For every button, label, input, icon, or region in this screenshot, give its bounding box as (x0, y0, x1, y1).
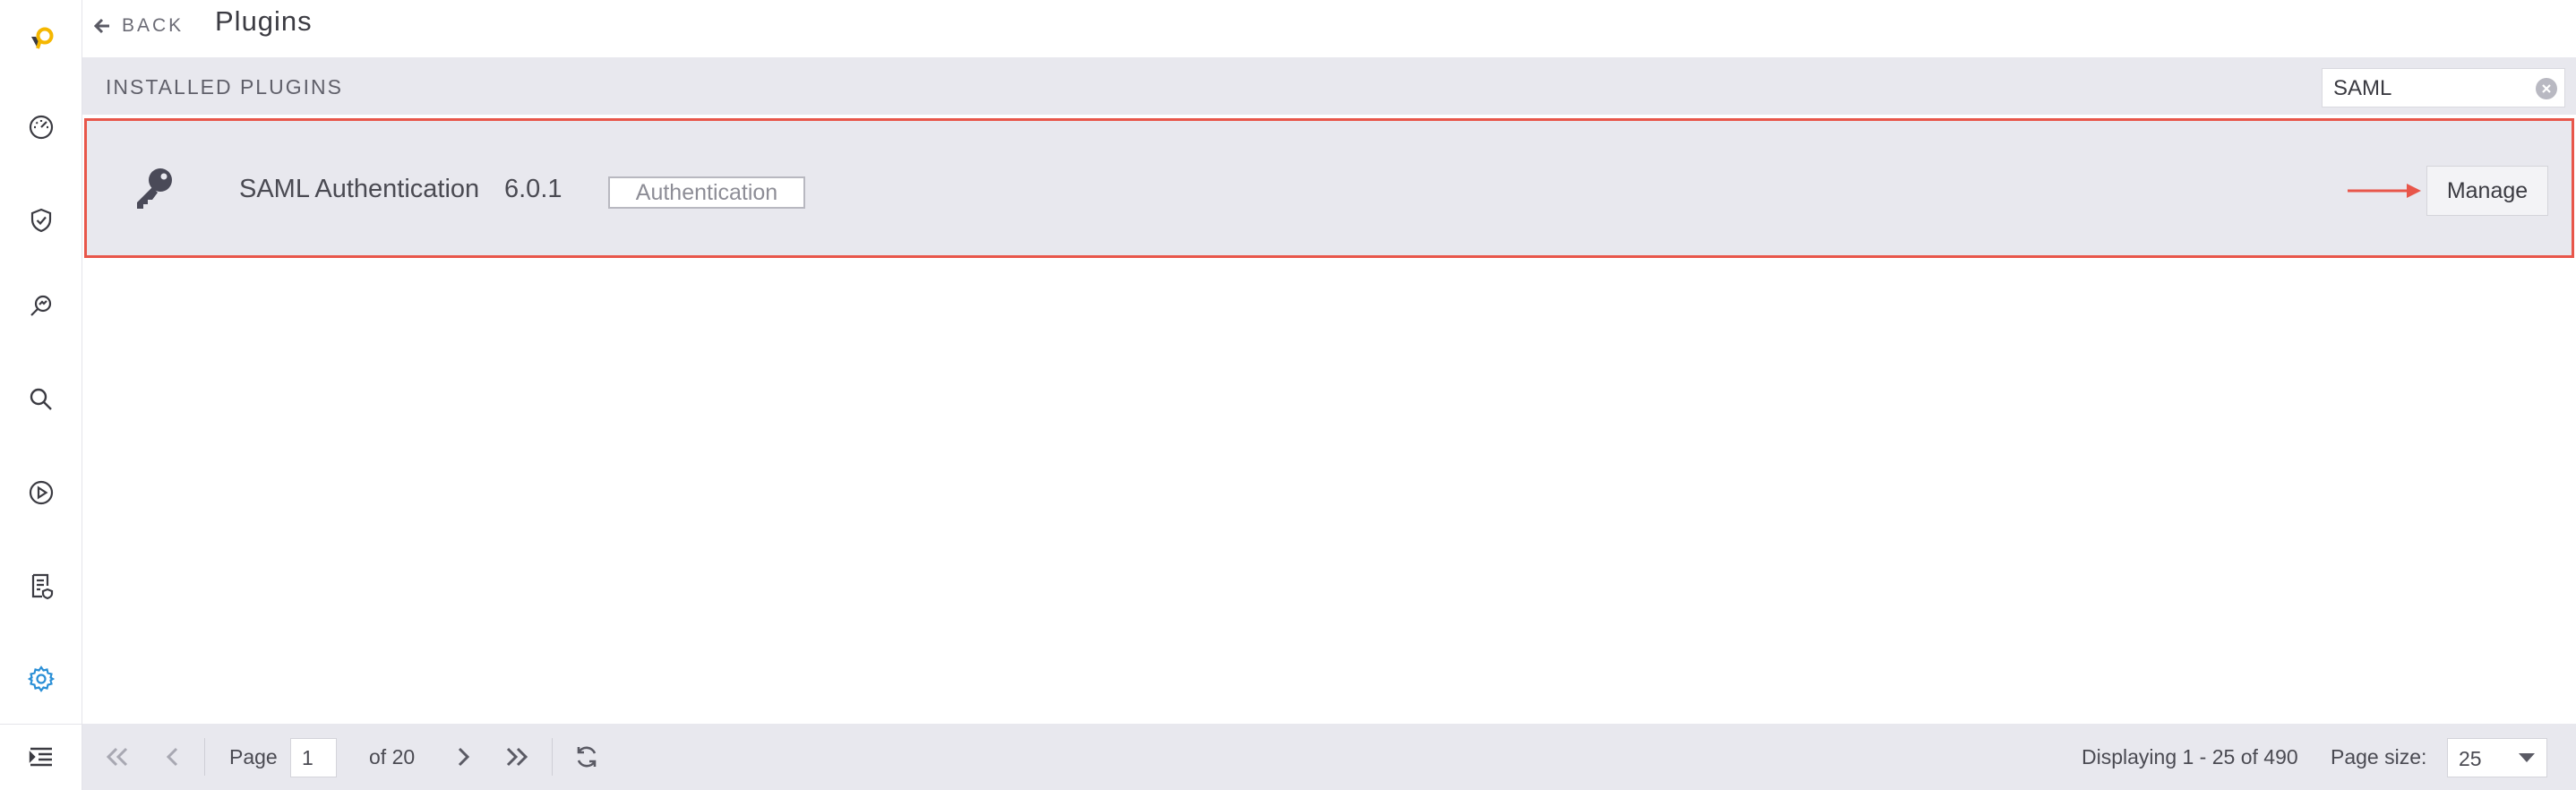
arrow-left-icon (93, 18, 109, 34)
search-icon[interactable] (18, 376, 64, 423)
plugin-row[interactable]: SAML Authentication 6.0.1 Authentication… (84, 118, 2574, 258)
page-size-select[interactable]: 25 (2447, 738, 2547, 777)
play-circle-icon[interactable] (18, 469, 64, 516)
display-summary: Displaying 1 - 25 of 490 (2082, 745, 2298, 769)
back-label: BACK (122, 15, 185, 36)
plugin-version: 6.0.1 (504, 175, 562, 203)
key-icon (137, 168, 172, 209)
top-bar: BACK Plugins (82, 0, 2576, 57)
search-input[interactable] (2331, 69, 2532, 108)
last-page-button[interactable] (502, 742, 532, 772)
close-icon (2542, 84, 2551, 93)
sidebar-footer (0, 724, 82, 790)
plugins-toolbar: INSTALLED PLUGINS (82, 57, 2576, 115)
page-size-value: 25 (2459, 747, 2482, 770)
logo-icon[interactable] (18, 16, 64, 63)
plugin-category-badge: Authentication (608, 176, 805, 209)
shield-check-icon[interactable] (18, 197, 64, 244)
reports-icon[interactable] (18, 562, 64, 609)
clear-search-button[interactable] (2536, 78, 2557, 99)
refresh-icon (577, 746, 597, 768)
pagination-bar: Page of 20 Displaying 1 - 25 of 490 Page… (82, 724, 2576, 790)
double-chevron-right-icon (506, 747, 528, 767)
back-button[interactable]: BACK (93, 11, 184, 41)
chevron-left-icon (166, 747, 178, 767)
page-count-label: of 20 (369, 745, 416, 769)
search-box[interactable] (2322, 68, 2565, 108)
manage-button[interactable]: Manage (2426, 166, 2548, 216)
pager-divider (204, 738, 205, 776)
previous-page-button[interactable] (158, 742, 188, 772)
chevron-right-icon (458, 747, 470, 767)
page-number-input[interactable] (290, 738, 337, 777)
section-heading: INSTALLED PLUGINS (106, 75, 343, 99)
annotation-arrow-icon (2348, 184, 2421, 198)
plugin-name: SAML Authentication (239, 175, 480, 203)
page-size-label: Page size: (2331, 745, 2427, 769)
investigate-search-icon[interactable] (18, 283, 64, 330)
sidebar (0, 0, 82, 790)
next-page-button[interactable] (448, 742, 478, 772)
page-label: Page (229, 745, 278, 769)
settings-gear-icon[interactable] (18, 656, 64, 702)
refresh-button[interactable] (571, 742, 602, 772)
caret-down-icon (2519, 753, 2535, 762)
pager-divider (552, 738, 553, 776)
first-page-button[interactable] (102, 742, 133, 772)
dashboard-gauge-icon[interactable] (18, 104, 64, 150)
double-chevron-left-icon (106, 747, 128, 767)
page-title: Plugins (215, 5, 313, 37)
menu-expand-icon[interactable] (18, 734, 64, 780)
